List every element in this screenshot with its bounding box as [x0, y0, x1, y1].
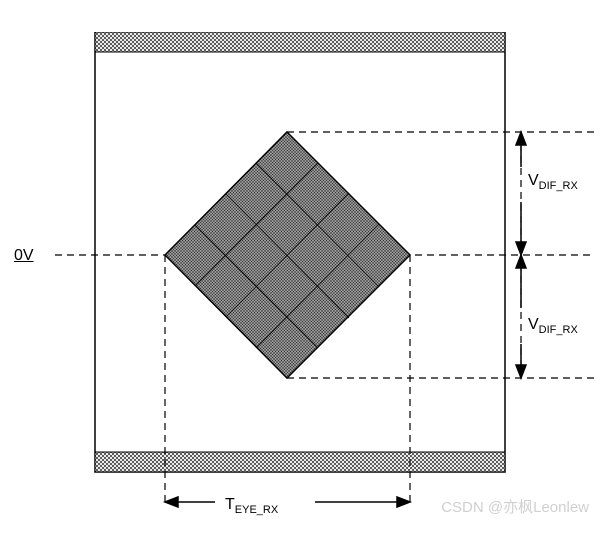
teye-arrow	[165, 497, 410, 507]
bottom-bar	[95, 452, 505, 472]
zero-voltage-label: 0V	[14, 247, 34, 265]
eye-diagram	[55, 32, 595, 512]
top-bar	[95, 32, 505, 52]
